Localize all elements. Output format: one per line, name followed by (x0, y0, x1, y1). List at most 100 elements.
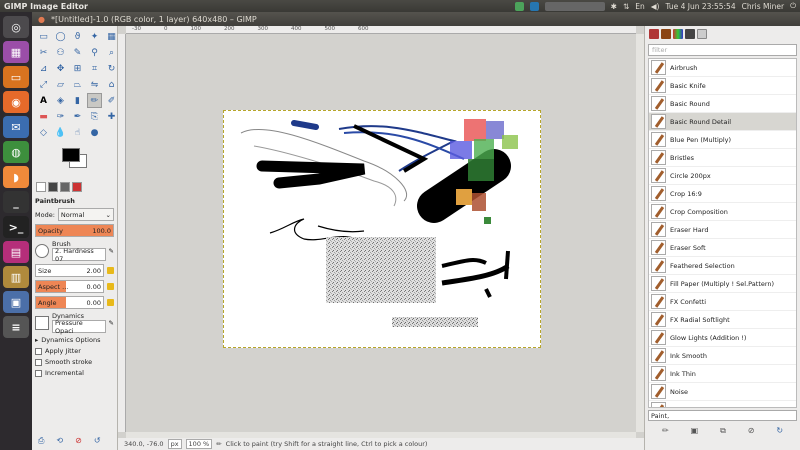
duplicate-brush-button-icon[interactable]: ⧉ (720, 426, 726, 436)
delete-options-icon[interactable]: ⊘ (75, 436, 82, 446)
brush-list-item[interactable]: Glow Lights (Addition !) (649, 329, 796, 347)
perspective-icon[interactable]: ⏢ (70, 77, 85, 92)
vertical-scrollbar[interactable] (636, 34, 644, 432)
tab-patterns-icon[interactable] (661, 29, 671, 39)
brush-list-item[interactable]: Basic Round (649, 95, 796, 113)
brush-list-item[interactable]: Feathered Selection (649, 257, 796, 275)
text-icon[interactable]: A (36, 93, 51, 108)
color-select-icon[interactable]: ▦ (104, 29, 119, 44)
align-icon[interactable]: ⊞ (70, 61, 85, 76)
brush-list-item[interactable]: Crop 16:9 (649, 185, 796, 203)
brush-list-item[interactable]: FX Confetti (649, 293, 796, 311)
flip-icon[interactable]: ⇋ (87, 77, 102, 92)
tab-device-status-icon[interactable] (48, 182, 58, 192)
apply-jitter-checkbox[interactable] (35, 347, 42, 355)
tab-undo-icon[interactable] (60, 182, 70, 192)
files-icon[interactable]: ▭ (3, 66, 29, 88)
thunderbird-icon[interactable]: ✉ (3, 116, 29, 138)
angle-slider[interactable]: Angle 0.00 (35, 296, 104, 309)
gimp-icon[interactable]: ▦ (3, 41, 29, 63)
brush-list-item[interactable]: Basic Round Detail (649, 113, 796, 131)
keyboard-icon[interactable]: En (635, 2, 645, 11)
brush-filter-input[interactable]: filter (648, 44, 797, 56)
aspect-slider[interactable]: Aspect ... 0.00 (35, 280, 104, 293)
incremental-checkbox[interactable] (35, 369, 42, 377)
move-icon[interactable]: ✥ (53, 61, 68, 76)
brush-list-item[interactable]: Eraser Soft (649, 239, 796, 257)
app-orange-icon[interactable]: ◗ (3, 166, 29, 188)
tab-gradients-icon[interactable] (673, 29, 683, 39)
perspective-clone-icon[interactable]: ◇ (36, 125, 51, 140)
zoom-select[interactable]: 100 % (185, 439, 213, 449)
airbrush-icon[interactable]: ✑ (53, 109, 68, 124)
paths-icon[interactable]: ✎ (70, 45, 85, 60)
refresh-brushes-button-icon[interactable]: ↻ (776, 426, 783, 436)
tab-brushes-icon[interactable] (649, 29, 659, 39)
horizontal-ruler[interactable]: -30 0 100 200 300 400 500 600 (126, 26, 636, 34)
libreoffice-icon[interactable]: ▤ (3, 241, 29, 263)
dodge-icon[interactable]: ● (87, 125, 102, 140)
paintbrush-icon[interactable]: ✏ (87, 93, 102, 108)
foreground-select-icon[interactable]: ⚇ (53, 45, 68, 60)
restore-options-icon[interactable]: ⟲ (56, 436, 63, 446)
tab-images-icon[interactable] (72, 182, 82, 192)
smooth-stroke-checkbox[interactable] (35, 358, 42, 366)
terminal-icon[interactable]: _ (3, 191, 29, 213)
scissors-icon[interactable]: ✂ (36, 45, 51, 60)
color-picker-icon[interactable]: ⚲ (87, 45, 102, 60)
image-canvas[interactable] (223, 110, 541, 348)
foreground-color[interactable] (62, 148, 80, 162)
reset-aspect-icon[interactable] (107, 283, 114, 290)
tab-fonts-icon[interactable] (685, 29, 695, 39)
cage-icon[interactable]: ⌂ (104, 77, 119, 92)
measure-icon[interactable]: ⊿ (36, 61, 51, 76)
brush-list-item[interactable]: Eraser Hard (649, 221, 796, 239)
brush-list-item[interactable]: Airbrush (649, 59, 796, 77)
dynamics-icon[interactable] (35, 315, 49, 330)
smudge-icon[interactable]: ☝ (70, 125, 85, 140)
brush-list[interactable]: Airbrush Basic Knife Basic Round Basic Roun… (648, 58, 797, 408)
new-brush-button-icon[interactable]: ▣ (691, 426, 699, 436)
brush-list-item[interactable]: Basic Knife (649, 77, 796, 95)
delete-brush-button-icon[interactable]: ⊘ (748, 426, 755, 436)
network-icon[interactable]: ⇅ (623, 2, 629, 11)
dynamics-options-expander[interactable]: ▸ Dynamics Options (35, 336, 114, 344)
dynamics-select[interactable]: Pressure Opaci (52, 319, 106, 335)
brush-tag-input[interactable]: Paint, (648, 410, 797, 421)
brush-list-item[interactable]: Ink Thin (649, 365, 796, 383)
brush-list-item[interactable]: Crop Composition (649, 203, 796, 221)
pencil-icon[interactable]: ✐ (104, 93, 119, 108)
bucket-fill-icon[interactable]: ◈ (53, 93, 68, 108)
rect-select-icon[interactable]: ▭ (36, 29, 51, 44)
chrome-icon[interactable]: ◍ (3, 141, 29, 163)
brush-list-item[interactable]: Fill Paper (Multiply ! Sel.Pattern) (649, 275, 796, 293)
ellipse-select-icon[interactable]: ◯ (53, 29, 68, 44)
brush-select[interactable]: 2. Hardness 07 (52, 247, 106, 263)
save-options-icon[interactable]: ⎙ (38, 436, 44, 446)
system-monitor-icon[interactable] (544, 1, 605, 11)
brush-list-item[interactable]: Ink Smooth (649, 347, 796, 365)
size-slider[interactable]: Size 2.00 (35, 264, 104, 277)
edit-brush-icon[interactable]: ✎ (109, 247, 114, 255)
brush-list-item[interactable]: Noise (649, 383, 796, 401)
brush-list-item[interactable]: Circle 200px (649, 167, 796, 185)
brush-preview-icon[interactable] (35, 243, 49, 258)
bluetooth-icon[interactable]: ✱ (611, 2, 617, 11)
dash-home-icon[interactable]: ◎ (3, 16, 29, 38)
hp-icon[interactable] (529, 1, 539, 11)
shear-icon[interactable]: ▱ (53, 77, 68, 92)
reset-angle-icon[interactable] (107, 299, 114, 306)
rotate-icon[interactable]: ↻ (104, 61, 119, 76)
user-name[interactable]: Chris Miner (742, 2, 784, 11)
heal-icon[interactable]: ✚ (104, 109, 119, 124)
dock-more-icon[interactable]: ≡ (3, 316, 29, 338)
tab-tool-options-icon[interactable] (36, 182, 46, 192)
clone-icon[interactable]: ⎘ (87, 109, 102, 124)
zoom-icon[interactable]: ⌕ (104, 45, 119, 60)
network-app-icon[interactable]: ▣ (3, 291, 29, 313)
eraser-icon[interactable]: ▬ (36, 109, 51, 124)
canvas-area[interactable] (126, 34, 636, 432)
edit-brush-button-icon[interactable]: ✏ (662, 426, 669, 436)
blur-icon[interactable]: 💧 (53, 125, 68, 140)
volume-icon[interactable]: ◀) (651, 2, 660, 11)
